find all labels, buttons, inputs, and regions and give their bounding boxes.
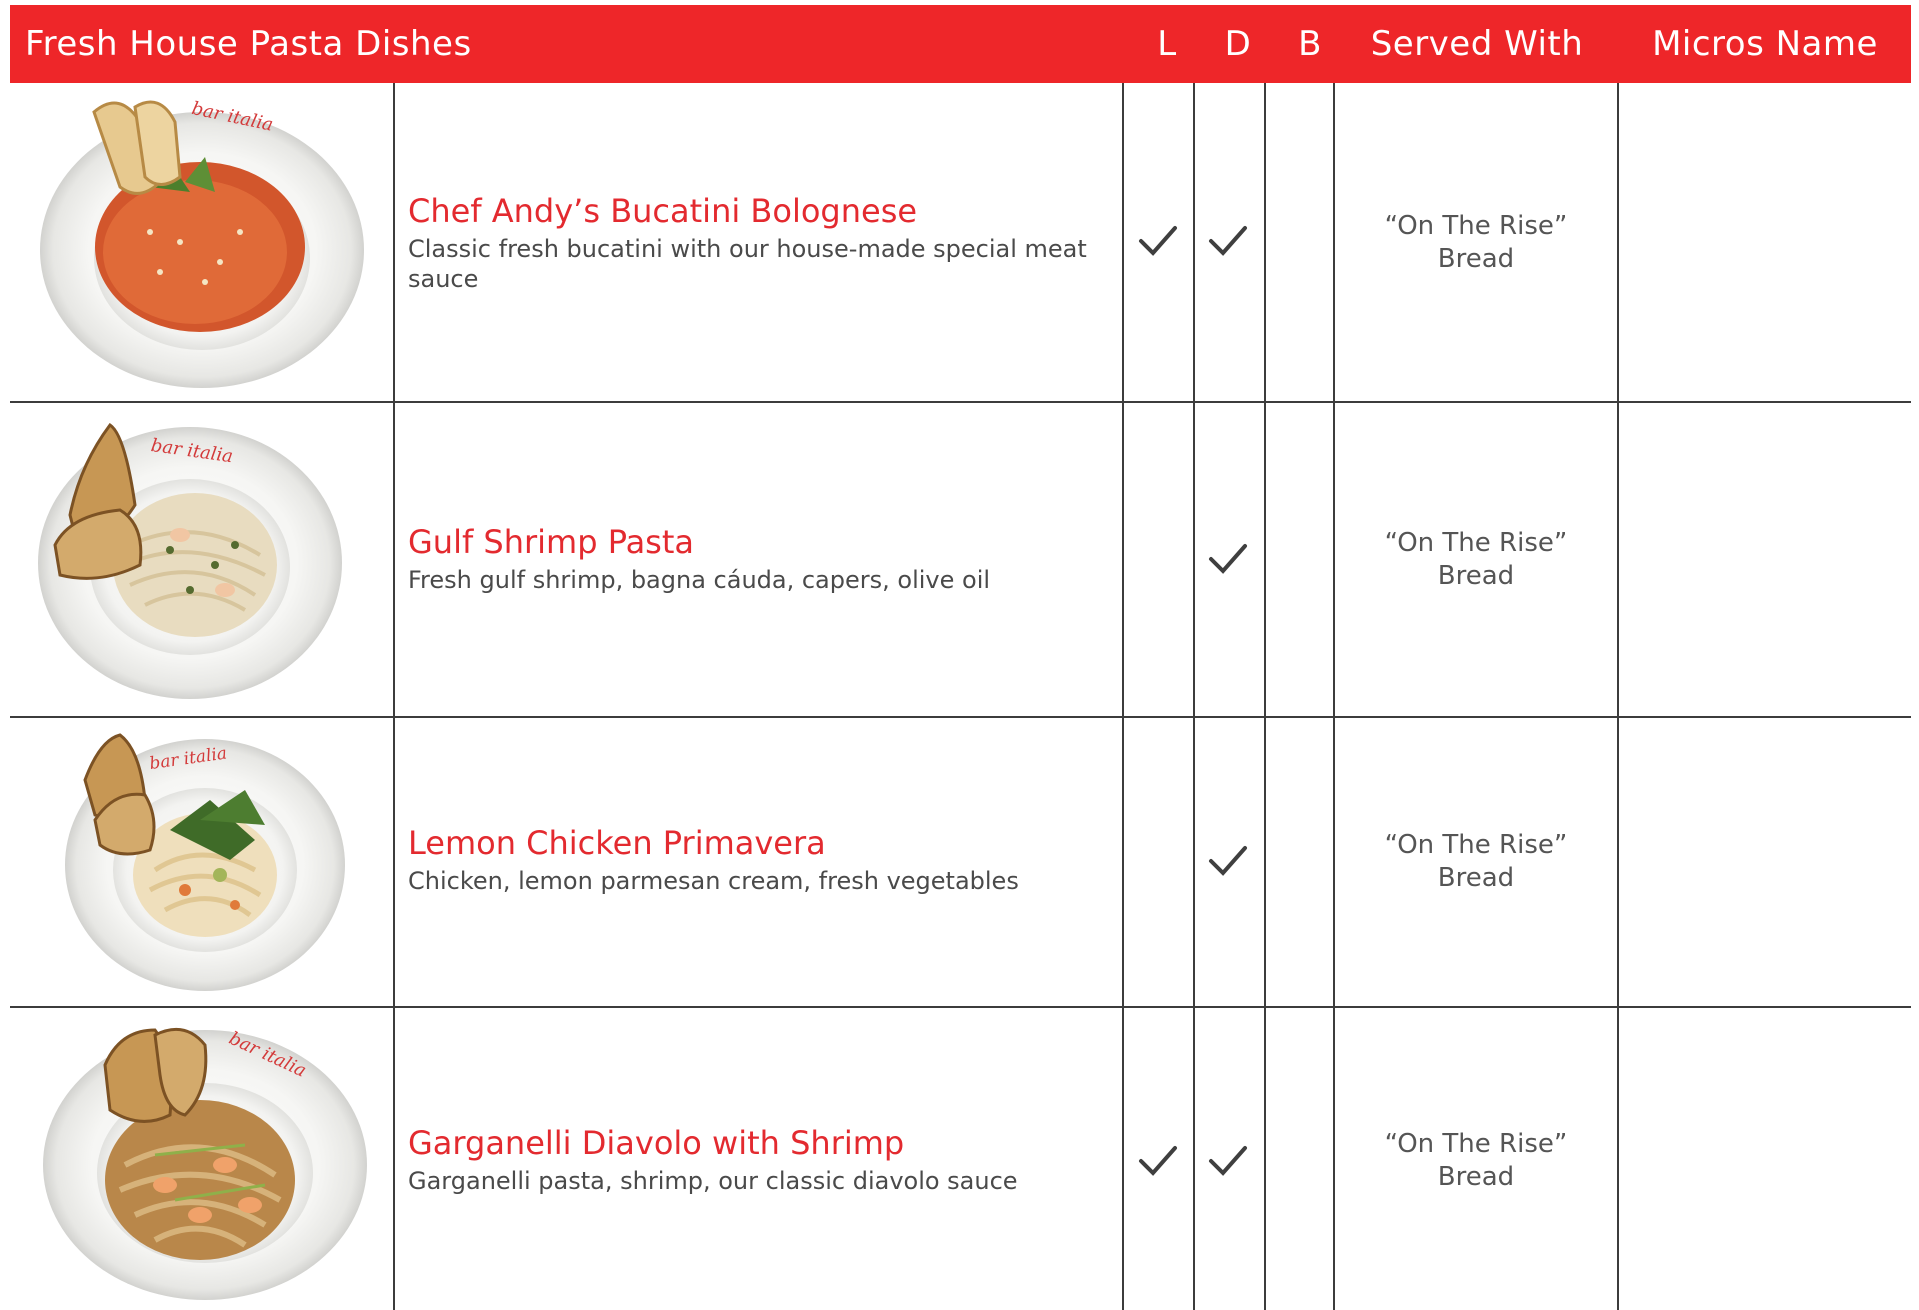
served-with: “On The Rise” Bread	[1384, 211, 1568, 274]
column-header-lunch: L	[1157, 24, 1177, 64]
dinner-check-icon	[1209, 544, 1247, 574]
dish-name: Chef Andy’s Bucatini Bolognese	[408, 192, 918, 230]
dinner-check-icon	[1209, 846, 1247, 876]
lemon-chicken-dish-photo: bar italia	[65, 733, 345, 991]
dish-description: Chicken, lemon parmesan cream, fresh veg…	[408, 867, 1019, 895]
column-header-micros-name: Micros Name	[1652, 24, 1878, 64]
served-with: “On The Rise” Bread	[1384, 528, 1568, 591]
served-with: “On The Rise” Bread	[1384, 830, 1568, 893]
dish-description: Classic fresh bucatini with our house-ma…	[408, 235, 1087, 293]
section-title: Fresh House Pasta Dishes	[25, 24, 472, 64]
dish-description: Garganelli pasta, shrimp, our classic di…	[408, 1167, 1018, 1195]
row-divider	[10, 716, 1911, 718]
dish-name: Lemon Chicken Primavera	[408, 824, 826, 862]
dish-name: Garganelli Diavolo with Shrimp	[408, 1124, 905, 1162]
table-header: Fresh House Pasta Dishes L D B Served Wi…	[10, 5, 1911, 83]
garganelli-dish-photo: bar italia	[43, 1028, 367, 1300]
dish-name: Gulf Shrimp Pasta	[408, 523, 694, 561]
lunch-check-icon	[1139, 1146, 1177, 1176]
column-divider	[1264, 83, 1266, 1310]
served-with: “On The Rise” Bread	[1384, 1129, 1568, 1192]
shrimp-pasta-dish-photo: bar italia	[38, 422, 342, 699]
column-divider	[1193, 83, 1195, 1310]
dinner-check-icon	[1209, 1146, 1247, 1176]
lunch-check-icon	[1139, 226, 1177, 256]
column-divider	[393, 83, 395, 1310]
row-divider	[10, 401, 1911, 403]
dish-description: Fresh gulf shrimp, bagna cáuda, capers, …	[408, 566, 991, 594]
row-divider	[10, 1006, 1911, 1008]
column-header-served-with: Served With	[1370, 24, 1584, 64]
column-header-brunch: B	[1298, 24, 1322, 64]
bolognese-dish-photo: bar italia	[40, 98, 364, 388]
dinner-check-icon	[1209, 226, 1247, 256]
column-header-dinner: D	[1224, 24, 1252, 64]
column-divider	[1122, 83, 1124, 1310]
